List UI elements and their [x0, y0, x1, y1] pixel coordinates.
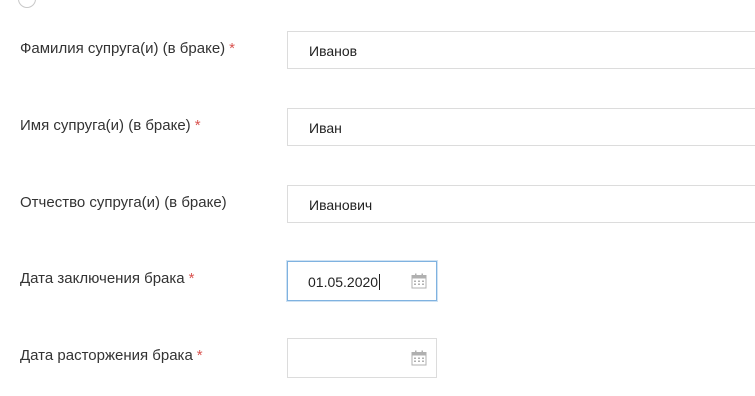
required-mark: * — [229, 40, 235, 57]
required-mark: * — [196, 347, 203, 364]
required-mark: * — [194, 117, 201, 134]
spouse-patronymic-value: Иванович — [309, 197, 373, 213]
calendar-icon[interactable] — [411, 350, 427, 366]
spouse-info-form: Фамилия супруга(и) (в браке) * Иванов Имя… — [0, 0, 755, 396]
spouse-last-name-value: Иванов — [309, 43, 358, 59]
spouse-first-name-row: Имя супруга(и) (в браке) * Иван — [0, 108, 755, 150]
spouse-patronymic-row: Отчество супруга(и) (в браке) Иванович — [0, 185, 755, 227]
divorce-date-label: Дата расторжения брака * — [20, 347, 203, 364]
spouse-last-name-input[interactable]: Иванов — [287, 31, 755, 69]
spouse-patronymic-input[interactable]: Иванович — [287, 185, 755, 223]
calendar-icon[interactable] — [411, 273, 427, 289]
marriage-date-input[interactable]: 01.05.2020 — [287, 261, 437, 301]
spouse-patronymic-label: Отчество супруга(и) (в браке) — [20, 194, 227, 211]
spouse-first-name-value: Иван — [309, 120, 342, 136]
marriage-date-row: Дата заключения брака * 01.05.2020 — [0, 261, 755, 303]
spouse-first-name-label: Имя супруга(и) (в браке) * — [20, 117, 201, 134]
spouse-first-name-input[interactable]: Иван — [287, 108, 755, 146]
radio-button[interactable] — [18, 0, 36, 8]
divorce-date-row: Дата расторжения брака * — [0, 338, 755, 380]
spouse-last-name-label: Фамилия супруга(и) (в браке) * — [20, 40, 235, 57]
divorce-date-input[interactable] — [287, 338, 437, 378]
required-mark: * — [188, 270, 195, 287]
marriage-date-label: Дата заключения брака * — [20, 270, 195, 287]
spouse-last-name-row: Фамилия супруга(и) (в браке) * Иванов — [0, 31, 755, 73]
text-caret — [379, 274, 381, 290]
marriage-date-value: 01.05.2020 — [308, 274, 379, 290]
